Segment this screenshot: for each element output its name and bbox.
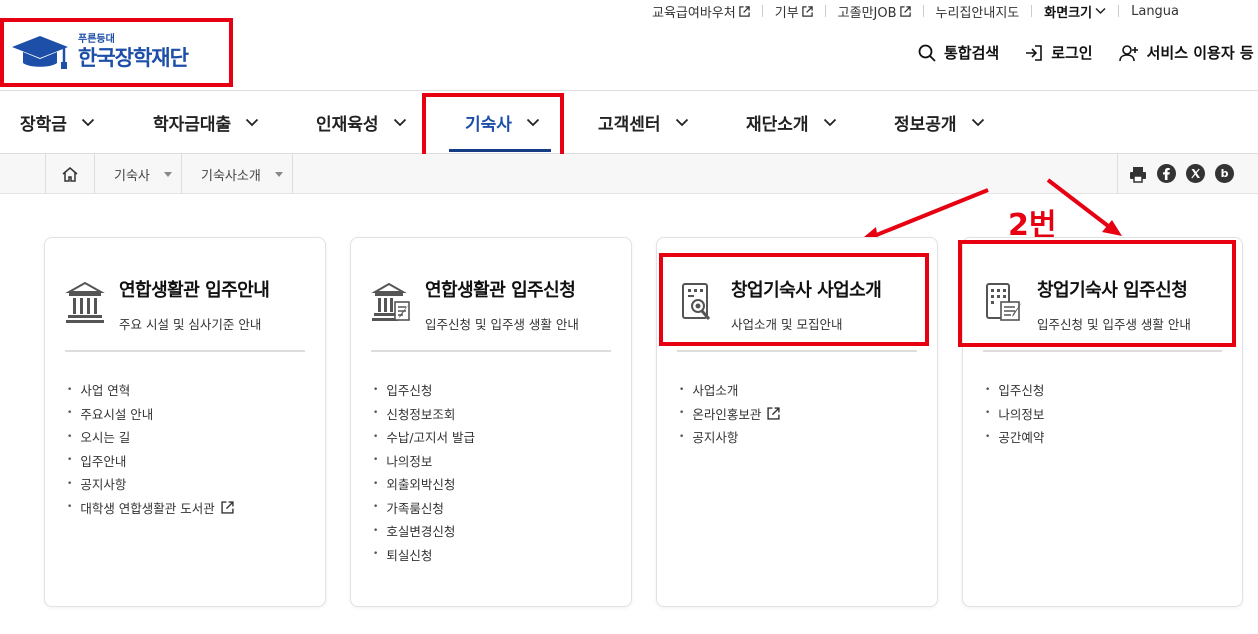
- card-title[interactable]: 연합생활관 입주신청: [425, 276, 579, 302]
- divider: [371, 350, 611, 352]
- list-item[interactable]: 공지사항: [679, 425, 780, 449]
- nav-scholarship[interactable]: 장학금: [20, 91, 95, 153]
- list-item[interactable]: 호실변경신청: [373, 519, 475, 543]
- graduation-cap-icon: [12, 35, 68, 69]
- list-item[interactable]: 사업 연혁: [67, 378, 234, 402]
- list-item[interactable]: 가족룸신청: [373, 496, 475, 520]
- card-subtitle: 주요 시설 및 심사기준 안내: [119, 317, 262, 332]
- nav-talent-development[interactable]: 인재육성: [316, 91, 407, 153]
- list-item[interactable]: 온라인홍보관: [679, 402, 780, 426]
- card-union-dorm-apply: 연합생활관 입주신청 입주신청 및 입주생 생활 안내 입주신청 신청정보조회 …: [350, 237, 632, 607]
- chevron-down-icon: [81, 118, 95, 126]
- list-item[interactable]: 공간예약: [985, 425, 1044, 449]
- breadcrumb-dormitory[interactable]: 기숙사: [96, 154, 182, 194]
- list-item[interactable]: 입주안내: [67, 449, 234, 473]
- list-item[interactable]: 주요시설 안내: [67, 402, 234, 426]
- list-item[interactable]: 오시는 길: [67, 425, 234, 449]
- register-button[interactable]: 서비스 이용자 등: [1118, 42, 1254, 63]
- list-item[interactable]: 입주신청: [373, 378, 475, 402]
- list-item[interactable]: 신청정보조회: [373, 402, 475, 426]
- building-icon: [65, 281, 105, 323]
- util-link-sitemap[interactable]: 누리집안내지도: [924, 2, 1032, 21]
- annotation-box-card-3: [659, 253, 929, 346]
- site-logo[interactable]: 푸른등대 한국장학재단: [0, 18, 233, 87]
- nav-about[interactable]: 재단소개: [746, 91, 837, 153]
- list-item[interactable]: 입주신청: [985, 378, 1044, 402]
- utility-bar: 교육급여바우처 기부 고졸만JOB 누리집안내지도 화면크기 Langua: [640, 0, 1258, 22]
- util-link-donate[interactable]: 기부: [763, 2, 825, 21]
- chevron-down-icon: [246, 118, 259, 126]
- annotation-box-card-4: [958, 240, 1236, 347]
- home-icon: [62, 166, 78, 182]
- list-item[interactable]: 수납/고지서 발급: [373, 425, 475, 449]
- chevron-down-icon: [675, 118, 688, 126]
- print-icon[interactable]: [1129, 165, 1147, 183]
- card-link-list: 입주신청 나의정보 공간예약: [985, 378, 1044, 449]
- divider: [677, 350, 917, 352]
- card-link-list: 사업 연혁 주요시설 안내 오시는 길 입주안내 공지사항 대학생 연합생활관 …: [67, 378, 234, 519]
- facebook-icon[interactable]: [1157, 164, 1176, 183]
- login-button[interactable]: 로그인: [1025, 42, 1093, 63]
- util-link-job[interactable]: 고졸만JOB: [826, 2, 923, 21]
- card-subtitle: 입주신청 및 입주생 생활 안내: [425, 317, 579, 332]
- external-link-icon: [767, 407, 780, 420]
- search-button[interactable]: 통합검색: [918, 42, 999, 63]
- share-tools: b: [1129, 164, 1234, 183]
- main-nav: 장학금 학자금대출 인재육성 기숙사 고객센터 재단소개 정보공개: [0, 90, 1258, 167]
- add-user-icon: [1118, 44, 1138, 61]
- nav-student-loan[interactable]: 학자금대출: [153, 91, 259, 153]
- card-union-dorm-guide: 연합생활관 입주안내 주요 시설 및 심사기준 안내 사업 연혁 주요시설 안내…: [44, 237, 326, 607]
- external-link-icon: [221, 501, 234, 514]
- external-link-icon: [899, 5, 911, 17]
- list-item[interactable]: 나의정보: [373, 449, 475, 473]
- list-item[interactable]: 나의정보: [985, 402, 1044, 426]
- list-item[interactable]: 퇴실신청: [373, 543, 475, 567]
- external-link-icon: [739, 5, 750, 17]
- list-item[interactable]: 대학생 연합생활관 도서관: [67, 496, 234, 520]
- nav-customer-center[interactable]: 고객센터: [598, 91, 689, 153]
- list-item[interactable]: 공지사항: [67, 472, 234, 496]
- building-pen-icon: [371, 282, 410, 321]
- chevron-down-icon: [971, 118, 984, 126]
- header-actions: 통합검색 로그인 서비스 이용자 등: [918, 42, 1254, 63]
- login-icon: [1026, 44, 1043, 61]
- blog-icon[interactable]: b: [1215, 164, 1234, 183]
- divider: [983, 350, 1222, 352]
- util-link-voucher[interactable]: 교육급여바우처: [640, 2, 762, 21]
- divider: [65, 350, 305, 352]
- logo-name: 한국장학재단: [78, 45, 189, 70]
- breadcrumb-dormitory-intro[interactable]: 기숙사소개: [183, 154, 293, 194]
- card-link-list: 입주신청 신청정보조회 수납/고지서 발급 나의정보 외출외박신청 가족룸신청 …: [373, 378, 475, 566]
- caret-down-icon: [163, 171, 172, 177]
- screen-size-dropdown[interactable]: 화면크기: [1032, 2, 1118, 21]
- chevron-down-icon: [393, 118, 406, 126]
- caret-down-icon: [274, 171, 283, 177]
- external-link-icon: [801, 5, 813, 17]
- card-title[interactable]: 연합생활관 입주안내: [119, 276, 270, 302]
- home-button[interactable]: [45, 154, 95, 194]
- nav-disclosure[interactable]: 정보공개: [894, 91, 985, 153]
- chevron-down-icon: [823, 118, 836, 126]
- language-selector[interactable]: Langua: [1119, 4, 1191, 19]
- card-link-list: 사업소개 온라인홍보관 공지사항: [679, 378, 780, 449]
- chevron-down-icon: [1095, 7, 1106, 15]
- list-item[interactable]: 외출외박신청: [373, 472, 475, 496]
- search-icon: [918, 44, 936, 62]
- logo-tagline: 푸른등대: [78, 33, 115, 45]
- x-twitter-icon[interactable]: [1186, 164, 1205, 183]
- list-item[interactable]: 사업소개: [679, 378, 780, 402]
